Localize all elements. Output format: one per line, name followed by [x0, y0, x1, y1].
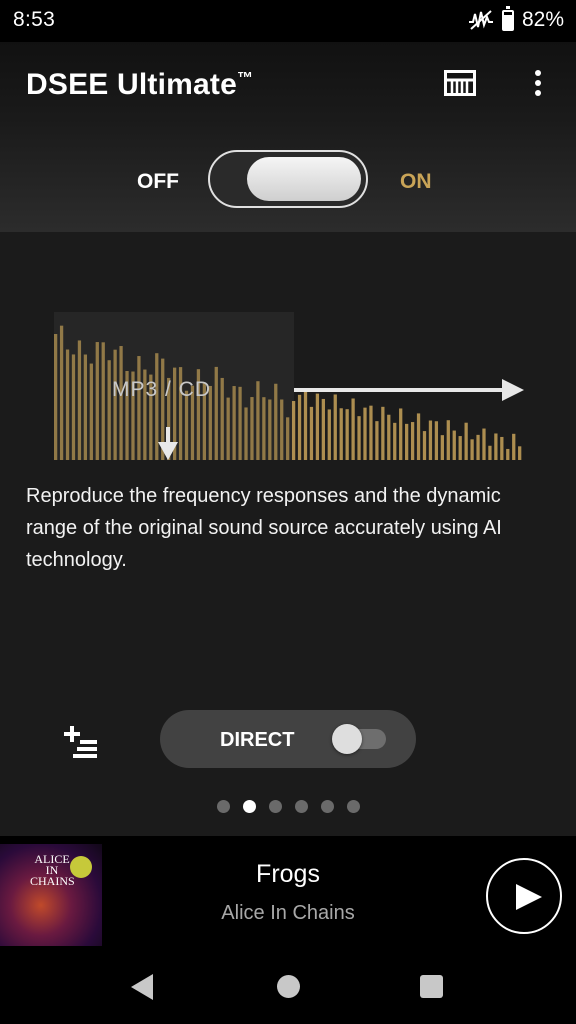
page-dot[interactable]: [347, 800, 360, 813]
switch-on-label: ON: [400, 170, 432, 193]
direct-label: DIRECT: [220, 729, 295, 751]
page-dot[interactable]: [269, 800, 282, 813]
feature-panel: MP3 / CD Reproduce the frequency respons…: [0, 232, 576, 836]
battery-level: [503, 14, 512, 29]
direct-switch-knob[interactable]: [332, 724, 362, 754]
page-title: DSEE Ultimate™: [26, 68, 253, 102]
page-dot[interactable]: [295, 800, 308, 813]
dsee-toggle-knob[interactable]: [247, 157, 361, 201]
dsee-toggle[interactable]: [208, 150, 368, 208]
add-to-queue-icon[interactable]: [63, 724, 99, 758]
battery-icon: [501, 5, 514, 31]
play-icon: [516, 884, 542, 910]
more-vert-icon[interactable]: [528, 67, 548, 99]
home-icon[interactable]: [277, 975, 300, 998]
source-label: MP3 / CD: [112, 378, 212, 401]
trademark-mark: ™: [237, 70, 254, 87]
equalizer-icon[interactable]: [444, 70, 476, 96]
header: DSEE Ultimate™ OFF ON: [0, 42, 576, 232]
status-bar: 8:53 82%: [0, 0, 576, 42]
page-dot[interactable]: [217, 800, 230, 813]
direct-toggle[interactable]: DIRECT: [160, 710, 416, 768]
battery-percent: 82%: [521, 8, 564, 31]
switch-off-label: OFF: [137, 170, 179, 193]
back-icon[interactable]: [131, 974, 153, 1000]
play-button[interactable]: [486, 858, 562, 934]
page-dot[interactable]: [321, 800, 334, 813]
page-title-text: DSEE Ultimate: [26, 68, 237, 101]
page-indicator: [217, 800, 360, 813]
status-icons: 82%: [468, 5, 564, 32]
status-time: 8:53: [13, 8, 56, 31]
page-dot[interactable]: [243, 800, 256, 813]
hi-res-icon: [468, 10, 494, 30]
recents-icon[interactable]: [420, 975, 443, 998]
frequency-illustration: MP3 / CD: [54, 312, 524, 462]
feature-description: Reproduce the frequency responses and th…: [26, 485, 502, 571]
system-nav-bar: [0, 952, 576, 1024]
mini-player[interactable]: ALICE IN CHAINS Frogs Alice In Chains: [0, 836, 576, 952]
